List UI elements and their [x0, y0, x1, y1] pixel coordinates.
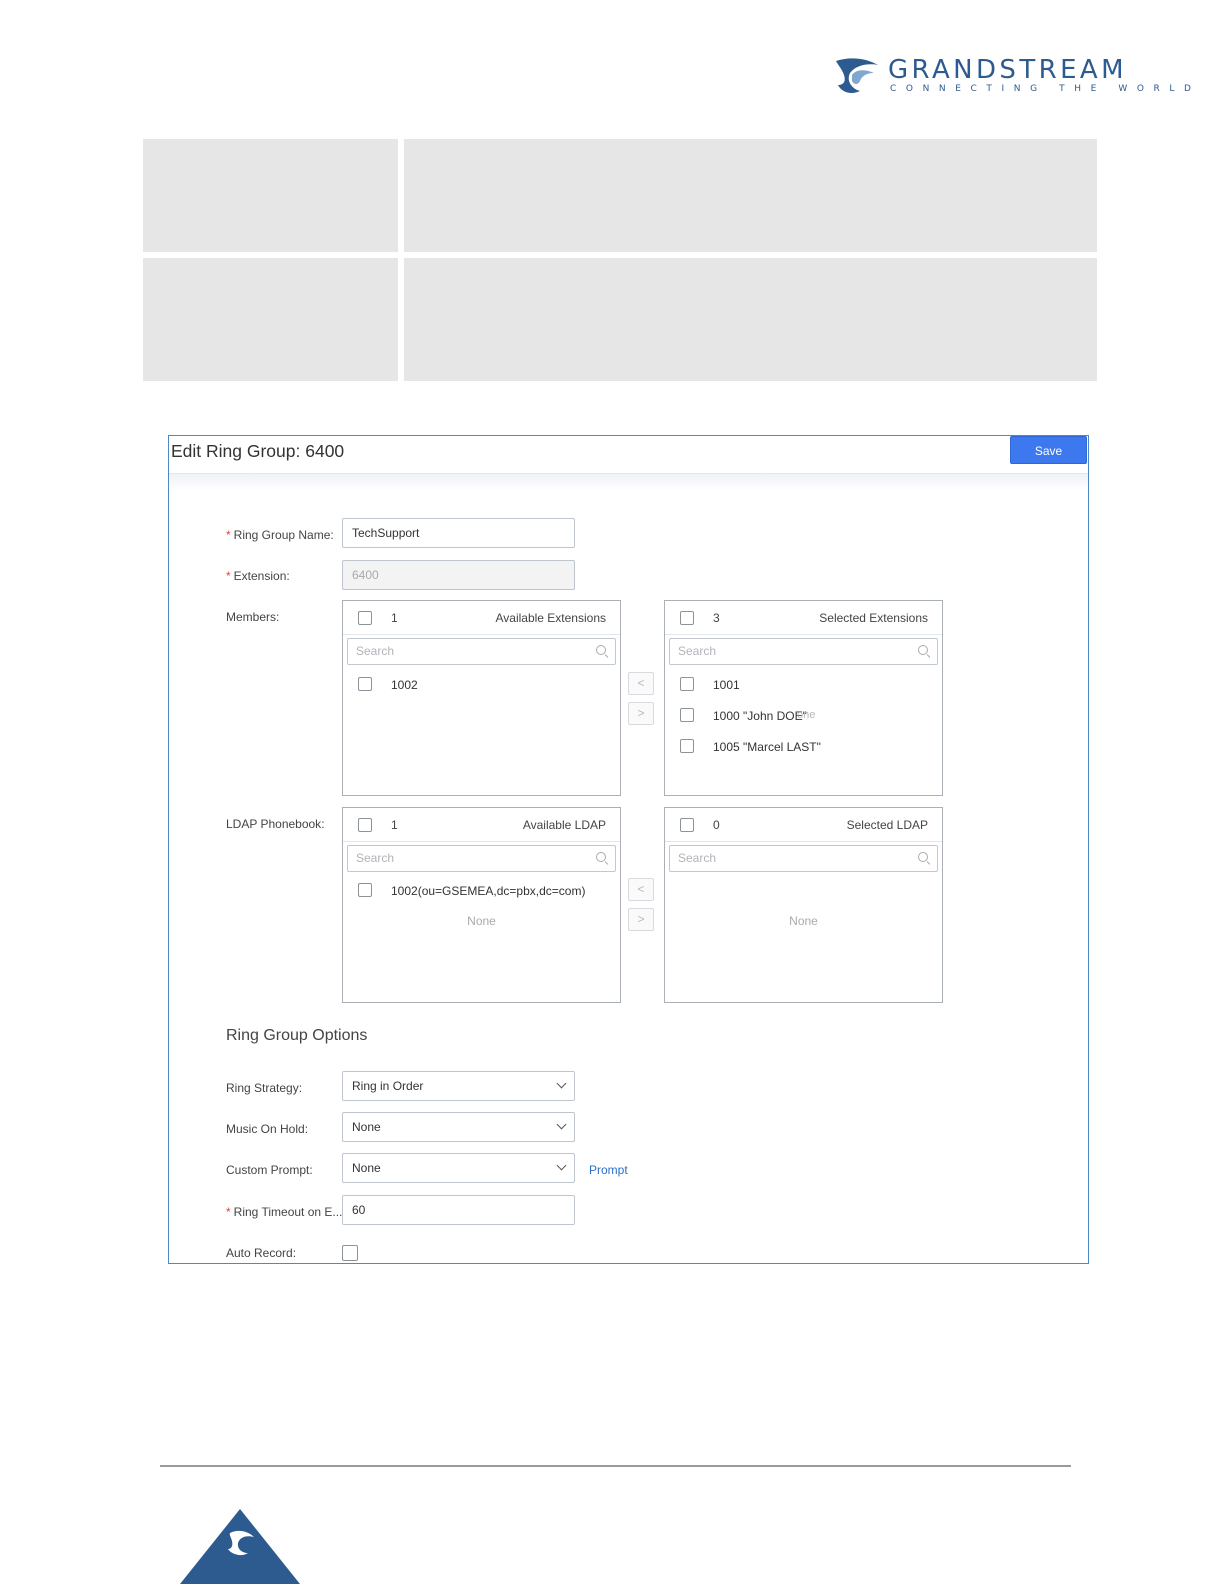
- footer-logo-icon: [180, 1509, 300, 1584]
- chevron-down-icon: [556, 1160, 567, 1171]
- select-all-checkbox[interactable]: [358, 611, 372, 625]
- selected-ldap-title: Selected LDAP: [846, 818, 928, 832]
- search-input[interactable]: Search: [347, 845, 616, 872]
- search-input[interactable]: Search: [347, 638, 616, 665]
- move-right-button[interactable]: >: [628, 702, 654, 725]
- available-count: 1: [391, 611, 398, 625]
- required-marker: *: [226, 1205, 231, 1219]
- list-item[interactable]: 1001: [665, 675, 942, 695]
- available-extensions-panel: 1 Available Extensions Search 1002: [342, 600, 621, 796]
- chevron-down-icon: [556, 1119, 567, 1130]
- item-checkbox[interactable]: [358, 883, 372, 897]
- grandstream-logo: GRANDSTREAM CONNECTING THE WORLD: [834, 55, 1191, 97]
- search-icon: [596, 645, 606, 655]
- search-input[interactable]: Search: [669, 845, 938, 872]
- ring-strategy-label: Ring Strategy:: [226, 1081, 303, 1095]
- list-item[interactable]: 1002(ou=GSEMEA,dc=pbx,dc=com): [343, 881, 620, 901]
- edit-ring-group-window: Edit Ring Group: 6400 Save * Ring Group N…: [168, 435, 1089, 1264]
- list-item[interactable]: 1000 "John DOE" one: [665, 706, 942, 726]
- selected-extensions-title: Selected Extensions: [819, 611, 928, 625]
- search-icon: [918, 645, 928, 655]
- custom-prompt-select[interactable]: None: [342, 1153, 575, 1183]
- ring-strategy-select[interactable]: Ring in Order: [342, 1071, 575, 1101]
- table-cell: [404, 139, 1097, 252]
- grandstream-logo-icon: [836, 58, 878, 93]
- brand-name: GRANDSTREAM: [888, 55, 1127, 85]
- extension-input: 6400: [342, 560, 575, 590]
- prompt-link[interactable]: Prompt: [589, 1163, 628, 1177]
- table-cell: [143, 139, 398, 252]
- ring-group-name-label: * Ring Group Name:: [226, 528, 334, 542]
- panel-header: 0 Selected LDAP: [665, 808, 942, 842]
- move-left-button[interactable]: <: [628, 672, 654, 695]
- item-checkbox[interactable]: [680, 739, 694, 753]
- section-title: Ring Group Options: [226, 1027, 368, 1044]
- empty-text: None: [467, 914, 496, 928]
- save-button[interactable]: Save: [1010, 436, 1087, 464]
- ghost-text: one: [797, 709, 816, 721]
- selected-extensions-panel: 3 Selected Extensions Search 1001 1000 "…: [664, 600, 943, 796]
- ldap-phonebook-label: LDAP Phonebook:: [226, 817, 325, 831]
- item-checkbox[interactable]: [680, 708, 694, 722]
- item-checkbox[interactable]: [680, 677, 694, 691]
- move-right-button[interactable]: >: [628, 908, 654, 931]
- ring-timeout-label: * Ring Timeout on E...: [226, 1205, 343, 1219]
- empty-text: None: [789, 914, 818, 928]
- auto-record-checkbox[interactable]: [342, 1245, 358, 1261]
- available-ldap-count: 1: [391, 818, 398, 832]
- table-cell: [143, 258, 398, 381]
- item-label: 1002: [391, 678, 418, 692]
- music-on-hold-label: Music On Hold:: [226, 1122, 309, 1136]
- search-icon: [918, 852, 928, 862]
- extension-label: * Extension:: [226, 569, 290, 583]
- chevron-down-icon: [556, 1078, 567, 1089]
- search-input[interactable]: Search: [669, 638, 938, 665]
- item-checkbox[interactable]: [358, 677, 372, 691]
- ring-group-name-input[interactable]: TechSupport: [342, 518, 575, 548]
- selected-ldap-panel: 0 Selected LDAP Search None: [664, 807, 943, 1003]
- panel-header: 1 Available LDAP: [343, 808, 620, 842]
- available-extensions-title: Available Extensions: [495, 611, 606, 625]
- music-on-hold-select[interactable]: None: [342, 1112, 575, 1142]
- footer-divider: [160, 1465, 1071, 1467]
- select-all-checkbox[interactable]: [680, 611, 694, 625]
- panel-header: 1 Available Extensions: [343, 601, 620, 635]
- window-title: Edit Ring Group: 6400: [171, 441, 345, 461]
- members-label: Members:: [226, 610, 280, 624]
- item-label: 1005 "Marcel LAST": [713, 740, 821, 754]
- table-cell: [404, 258, 1097, 381]
- brand-tagline: CONNECTING THE WORLD: [890, 84, 1201, 94]
- custom-prompt-label: Custom Prompt:: [226, 1163, 313, 1177]
- selected-count: 3: [713, 611, 720, 625]
- item-label: 1002(ou=GSEMEA,dc=pbx,dc=com): [391, 884, 586, 898]
- item-label: 1000 "John DOE": [713, 709, 807, 723]
- list-item[interactable]: 1005 "Marcel LAST": [665, 737, 942, 757]
- move-left-button[interactable]: <: [628, 878, 654, 901]
- item-label: 1001: [713, 678, 740, 692]
- title-divider: [169, 473, 1088, 491]
- select-all-checkbox[interactable]: [680, 818, 694, 832]
- search-icon: [596, 852, 606, 862]
- required-marker: *: [226, 528, 231, 542]
- select-all-checkbox[interactable]: [358, 818, 372, 832]
- list-item[interactable]: 1002: [343, 675, 620, 695]
- panel-header: 3 Selected Extensions: [665, 601, 942, 635]
- available-ldap-title: Available LDAP: [522, 818, 606, 832]
- available-ldap-panel: 1 Available LDAP Search 1002(ou=GSEMEA,d…: [342, 807, 621, 1003]
- auto-record-label: Auto Record:: [226, 1246, 297, 1260]
- ring-timeout-input[interactable]: 60: [342, 1195, 575, 1225]
- required-marker: *: [226, 569, 231, 583]
- selected-ldap-count: 0: [713, 818, 720, 832]
